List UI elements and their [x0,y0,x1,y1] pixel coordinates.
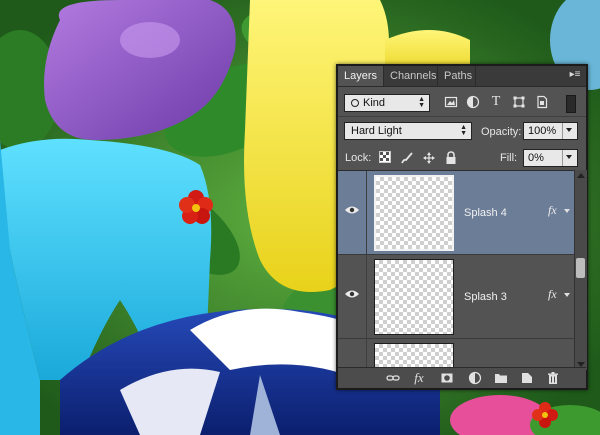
fill-value: 0% [528,152,544,164]
layer-name[interactable]: Splash 3 [464,291,507,303]
adjustment-layer-icon[interactable] [468,371,482,385]
search-icon [351,99,359,107]
smart-object-filter-icon[interactable] [535,95,549,109]
layers-scrollbar[interactable] [574,170,587,370]
scroll-up-icon[interactable] [577,173,585,178]
trash-icon[interactable] [546,371,560,385]
tab-channels[interactable]: Channels [384,66,438,86]
lock-transparent-icon[interactable] [378,151,392,165]
fill-field[interactable]: 0% [523,149,578,167]
chevron-down-icon [566,128,572,132]
mask-icon[interactable] [440,371,454,385]
fill-slider-button[interactable] [562,150,577,166]
fill-label: Fill: [500,152,518,164]
shape-filter-icon[interactable] [512,95,526,109]
new-layer-icon[interactable] [520,371,534,385]
expand-effects-icon[interactable] [564,293,570,297]
filter-kind-label: Kind [363,97,386,109]
layer-thumbnail[interactable] [374,175,454,251]
filter-kind-dropdown[interactable]: Kind ▲ ▼ [344,94,430,112]
panel-tab-bar: Layers Channels Paths ▸≡ [338,66,586,87]
image-filter-icon[interactable] [444,95,458,109]
group-folder-icon[interactable] [494,371,508,385]
lock-label: Lock: [345,152,372,164]
lock-image-icon[interactable] [400,151,414,165]
layer-thumbnail[interactable] [374,259,454,335]
scroll-thumb[interactable] [576,258,585,278]
blend-mode-dropdown[interactable]: Hard Light ▲ ▼ [344,122,472,140]
adjustment-filter-icon[interactable] [466,95,480,109]
lock-all-icon[interactable] [444,151,458,165]
layer-fx-icon[interactable]: fx [548,203,557,218]
eye-visibility-icon[interactable] [344,289,360,299]
panel-menu-icon[interactable]: ▸≡ [568,70,582,80]
divider [366,171,367,254]
blend-mode-value: Hard Light [351,125,402,137]
layer-row-splash-4[interactable]: Splash 4 fx [338,171,574,255]
tab-layers[interactable]: Layers [338,66,384,86]
tab-paths[interactable]: Paths [438,66,476,86]
layer-fx-icon[interactable]: fx [548,287,557,302]
filter-row: Kind ▲ ▼ T [338,90,586,114]
divider [338,116,586,117]
layer-row-splash-3[interactable]: Splash 3 fx [338,255,574,339]
expand-effects-icon[interactable] [564,209,570,213]
layer-name[interactable]: Splash 4 [464,207,507,219]
link-layers-icon[interactable] [386,371,400,385]
panel-footer: fx [338,367,586,388]
opacity-slider-button[interactable] [562,123,577,139]
eye-visibility-icon[interactable] [344,205,360,215]
blend-row: Hard Light ▲ ▼ Opacity: 100% [338,118,586,144]
lock-position-icon[interactable] [422,151,436,165]
lock-row: Lock: Fill: 0% [338,146,586,170]
layers-panel: Layers Channels Paths ▸≡ Kind ▲ ▼ T Hard … [336,64,588,390]
updown-arrows-icon: ▲ ▼ [460,124,467,137]
fx-icon[interactable]: fx [412,371,426,385]
opacity-value: 100% [528,125,557,137]
updown-arrows-icon: ▲ ▼ [418,96,425,109]
layers-list: Splash 4 fx Splash 3 fx [338,170,574,371]
opacity-field[interactable]: 100% [523,122,578,140]
divider [366,255,367,338]
opacity-label: Opacity: [481,126,522,138]
type-filter-icon[interactable]: T [489,95,503,109]
chevron-down-icon [566,155,572,159]
filter-toggle-switch[interactable] [566,95,576,113]
